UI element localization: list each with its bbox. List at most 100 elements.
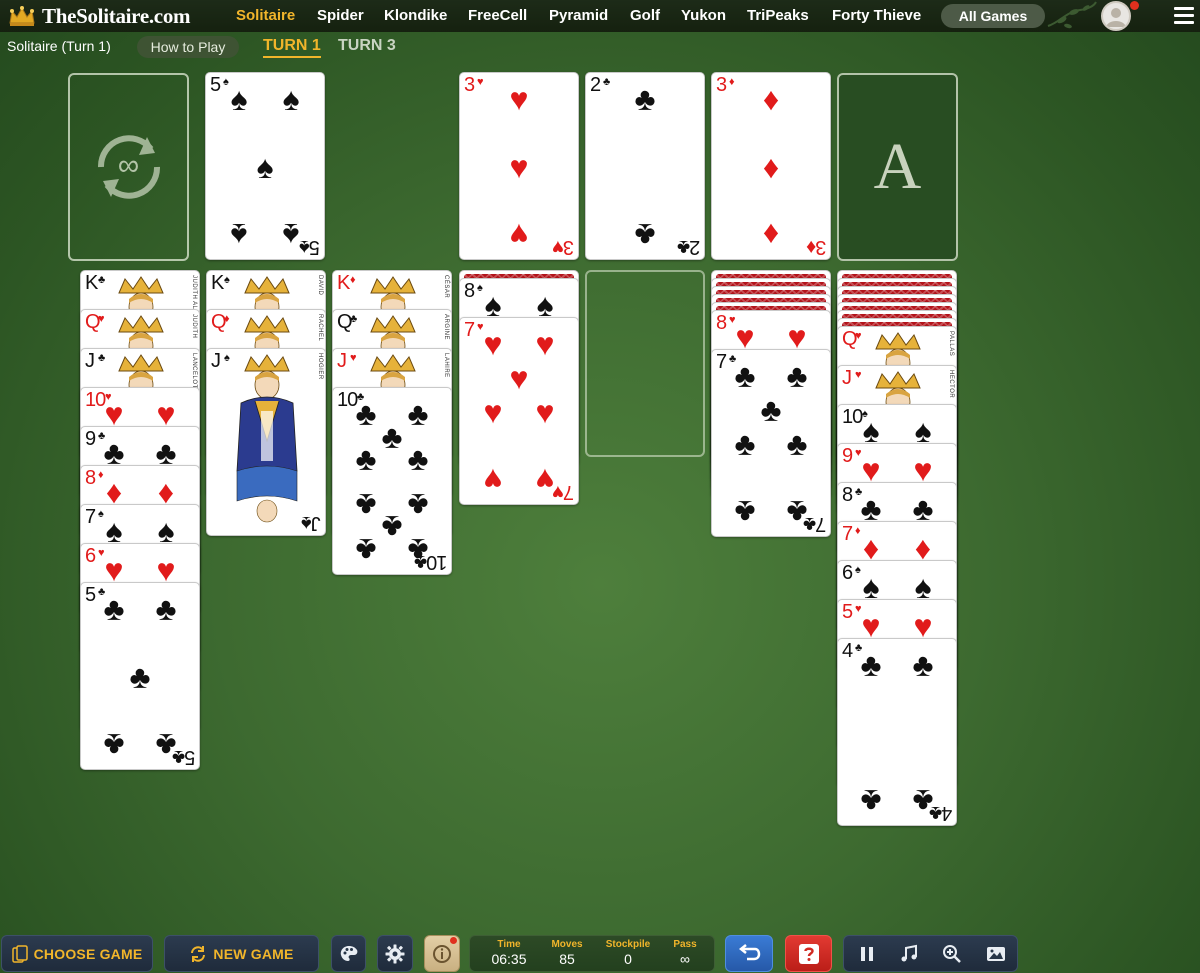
nav-solitaire[interactable]: Solitaire <box>236 7 295 24</box>
card-suit-small: ♦ <box>350 274 356 286</box>
card-pip: ♥ <box>535 326 555 363</box>
hint-button[interactable] <box>785 935 832 972</box>
nav-forty-thieves[interactable]: Forty Thieve <box>832 7 922 24</box>
court-figure <box>231 351 301 533</box>
court-name: LAHIRE <box>443 353 449 378</box>
user-avatar-icon[interactable] <box>1101 1 1131 31</box>
nav-yukon[interactable]: Yukon <box>681 7 726 24</box>
court-name: PALLAS <box>948 331 954 357</box>
card-pip: ♠ <box>256 149 274 185</box>
theme-button[interactable] <box>331 935 366 972</box>
foundation-card[interactable]: 2 ♣ ♣ ♣ 2♣ <box>585 72 705 260</box>
card-suit-small: ♥ <box>477 76 484 88</box>
card-pip: ♣ <box>634 216 656 253</box>
tableau-card[interactable]: J ♠ HOGIER J♠ <box>206 348 326 536</box>
card-pip: ♣ <box>912 647 934 684</box>
game-title: Solitaire (Turn 1) <box>7 38 111 54</box>
tableau-empty-slot[interactable] <box>585 270 705 457</box>
nav-freecell[interactable]: FreeCell <box>468 7 527 24</box>
card-pip: ♥ <box>509 216 529 253</box>
settings-button[interactable] <box>377 935 413 972</box>
moves-label: Moves <box>551 939 583 950</box>
all-games-button[interactable]: All Games <box>941 4 1045 28</box>
card-pip: ♣ <box>860 782 882 819</box>
new-game-button[interactable]: NEW GAME <box>164 935 319 972</box>
pause-icon[interactable] <box>857 944 877 964</box>
menu-icon[interactable] <box>1174 7 1194 25</box>
new-game-label: NEW GAME <box>213 945 294 962</box>
sub-bar: Solitaire (Turn 1) How to Play TURN 1 TU… <box>0 33 1200 61</box>
stat-time: Time 06:35 <box>479 939 539 967</box>
top-nav: TheSolitaire.com Solitaire Spider Klondi… <box>0 0 1200 32</box>
site-logo[interactable]: TheSolitaire.com <box>0 4 228 29</box>
card-pip: ♣ <box>760 392 782 429</box>
stat-stockpile: Stockpile 0 <box>598 939 658 967</box>
undo-button[interactable] <box>725 935 773 972</box>
info-button[interactable] <box>424 935 460 972</box>
fullscreen-icon[interactable] <box>986 944 1006 964</box>
card-pip: ♣ <box>129 659 151 695</box>
stock-pile[interactable]: ∞ <box>68 73 189 261</box>
nav-klondike[interactable]: Klondike <box>384 7 447 24</box>
nav-spider[interactable]: Spider <box>317 7 364 24</box>
tab-turn-3[interactable]: TURN 3 <box>338 37 396 55</box>
tableau-card[interactable]: 7 ♣ ♣ ♣ ♣ ♣ ♣ ♣ ♣ 7♣ <box>711 349 831 537</box>
zoom-icon[interactable] <box>942 944 962 964</box>
court-name: JUDITH <box>191 314 197 339</box>
media-controls <box>843 935 1018 972</box>
stat-moves: Moves 85 <box>537 939 597 967</box>
card-pip: ♥ <box>509 360 529 397</box>
card-pip: ♠ <box>282 81 300 118</box>
info-icon <box>433 944 451 963</box>
info-notification-dot <box>450 937 457 944</box>
music-icon[interactable] <box>899 944 919 964</box>
tableau-card[interactable]: 7 ♥ ♥ ♥ ♥ ♥ ♥ ♥ ♥ 7♥ <box>459 317 579 505</box>
card-pip: ♥ <box>535 394 555 430</box>
cards-icon <box>11 944 28 963</box>
nav-pyramid[interactable]: Pyramid <box>549 7 608 24</box>
tableau-card[interactable]: 4 ♣ ♣ ♣ ♣ ♣ 4♣ <box>837 638 957 826</box>
game-stats: Time 06:35 Moves 85 Stockpile 0 Pass ∞ <box>469 935 715 972</box>
stockpile-label: Stockpile <box>605 939 651 950</box>
card-pip: ♣ <box>103 591 125 628</box>
nav-golf[interactable]: Golf <box>630 7 660 24</box>
how-to-play-button[interactable]: How to Play <box>137 36 239 58</box>
undo-icon <box>738 943 761 960</box>
tableau-card[interactable]: 10 ♣ ♣ ♣ ♣ ♣ ♣ ♣ ♣ ♣ ♣ ♣ 10♣ <box>332 387 452 575</box>
foundation-card[interactable]: 3 ♥ ♥ ♥ ♥ 3♥ <box>459 72 579 260</box>
card-pip: ♣ <box>407 441 429 478</box>
choose-game-button[interactable]: CHOOSE GAME <box>1 935 153 972</box>
choose-game-label: CHOOSE GAME <box>33 945 143 962</box>
bottom-toolbar: CHOOSE GAME NEW GAME Time 06:35 Moves 85… <box>0 933 1200 973</box>
card-rank: 6 <box>842 562 853 584</box>
pass-value: ∞ <box>680 951 690 967</box>
card-rank: 8 <box>85 467 96 489</box>
card-pip: ♣ <box>786 358 808 395</box>
foundation-card[interactable]: 3 ♦ ♦ ♦ ♦ 3♦ <box>711 72 831 260</box>
card-rank-bottom: J♠ <box>302 512 321 534</box>
card-suit-small: ♥ <box>855 369 862 381</box>
card-pip: ♠ <box>230 216 248 253</box>
court-name: HECTOR <box>948 370 954 399</box>
card-rank: 8 <box>464 280 475 302</box>
card-rank-bottom: 10♣ <box>414 551 447 573</box>
card-rank: 7 <box>85 506 96 528</box>
waste-card[interactable]: 5 ♠ ♠ ♠ ♠ ♠ ♠ 5♠ <box>205 72 325 260</box>
stockpile-value: 0 <box>624 951 632 967</box>
tab-turn-1[interactable]: TURN 1 <box>263 37 321 58</box>
card-rank: K <box>337 272 350 294</box>
foundation-empty[interactable]: A <box>837 73 958 261</box>
card-pip: ♣ <box>155 591 177 628</box>
card-pip: ♣ <box>355 441 377 478</box>
card-rank-bottom: 4♣ <box>929 802 952 824</box>
court-name: CÉSAR <box>443 275 449 299</box>
card-rank: 4 <box>842 640 853 662</box>
card-pip: ♣ <box>786 426 808 462</box>
infinity-label: ∞ <box>117 149 140 182</box>
tableau-card[interactable]: 5 ♣ ♣ ♣ ♣ ♣ ♣ 5♣ <box>80 582 200 770</box>
court-name: LANCELOT <box>191 353 197 389</box>
card-suit-small: ♣ <box>603 76 611 88</box>
nav-tripeaks[interactable]: TriPeaks <box>747 7 809 24</box>
card-suit-small: ♥ <box>855 330 862 342</box>
card-rank-bottom: 3♥ <box>553 236 574 258</box>
